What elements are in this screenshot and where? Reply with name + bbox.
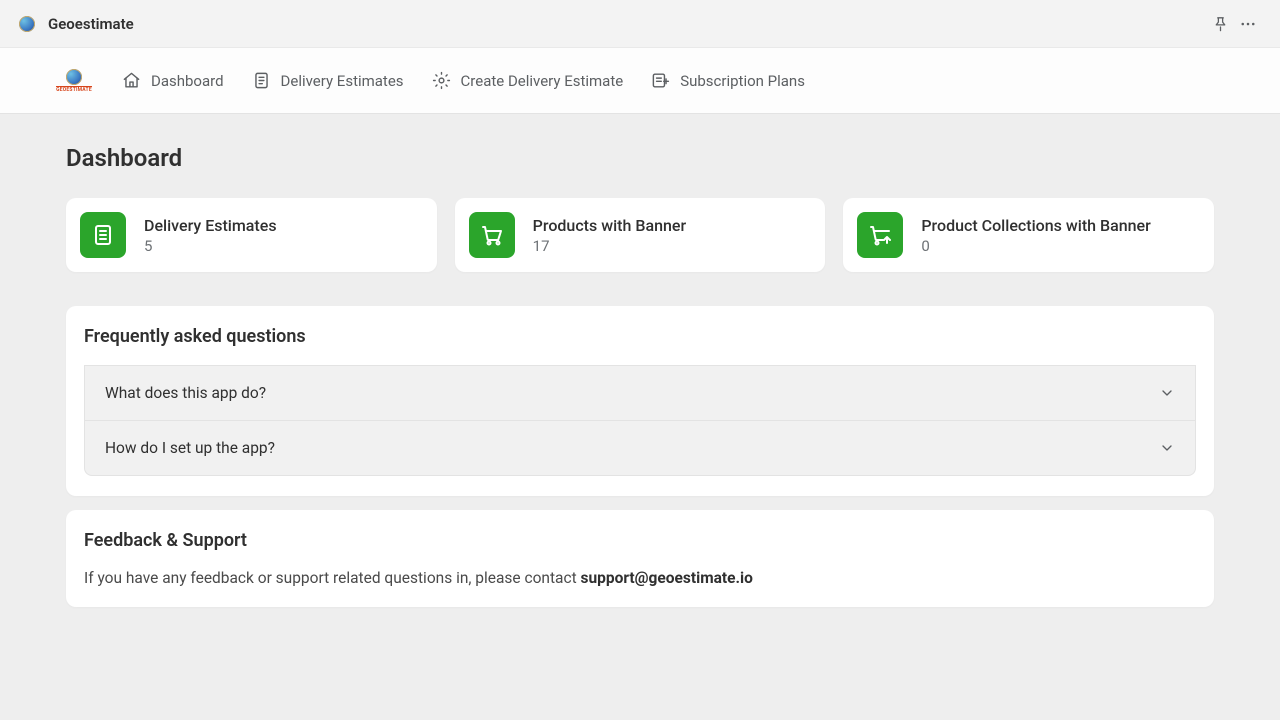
page-title: Dashboard bbox=[66, 144, 1214, 172]
main-nav: GEOESTIMATE Dashboard Delivery Estimates… bbox=[0, 48, 1280, 114]
main-content: Dashboard Delivery Estimates 5 Products … bbox=[0, 114, 1280, 651]
stat-label: Product Collections with Banner bbox=[921, 216, 1150, 235]
more-button[interactable] bbox=[1234, 10, 1262, 38]
cart-icon bbox=[469, 212, 515, 258]
nav-delivery-estimates[interactable]: Delivery Estimates bbox=[252, 71, 404, 90]
document-icon bbox=[252, 71, 271, 90]
stat-value: 5 bbox=[144, 237, 277, 255]
app-topbar: Geoestimate bbox=[0, 0, 1280, 48]
faq-item[interactable]: What does this app do? bbox=[84, 365, 1196, 421]
home-icon bbox=[122, 71, 141, 90]
brand-logo-text: GEOESTIMATE bbox=[56, 86, 92, 93]
nav-label: Dashboard bbox=[151, 72, 224, 90]
app-title: Geoestimate bbox=[48, 15, 134, 33]
stat-value: 17 bbox=[533, 237, 686, 255]
support-title: Feedback & Support bbox=[84, 530, 1196, 551]
support-text: If you have any feedback or support rela… bbox=[84, 569, 1196, 587]
stat-label: Delivery Estimates bbox=[144, 216, 277, 235]
nav-label: Subscription Plans bbox=[680, 72, 805, 90]
gear-icon bbox=[432, 71, 451, 90]
faq-item[interactable]: How do I set up the app? bbox=[84, 421, 1196, 476]
brand-logo[interactable]: GEOESTIMATE bbox=[60, 67, 88, 95]
pin-icon bbox=[1212, 15, 1229, 32]
support-panel: Feedback & Support If you have any feedb… bbox=[66, 510, 1214, 607]
stat-card-collections-with-banner[interactable]: Product Collections with Banner 0 bbox=[843, 198, 1214, 272]
more-horizontal-icon bbox=[1239, 15, 1257, 33]
chevron-down-icon bbox=[1159, 385, 1175, 401]
faq-question: How do I set up the app? bbox=[105, 439, 275, 457]
support-email[interactable]: support@geoestimate.io bbox=[581, 569, 753, 587]
stat-card-products-with-banner[interactable]: Products with Banner 17 bbox=[455, 198, 826, 272]
cart-up-icon bbox=[857, 212, 903, 258]
stat-label: Products with Banner bbox=[533, 216, 686, 235]
subscription-icon bbox=[651, 71, 670, 90]
globe-icon bbox=[66, 69, 82, 85]
nav-label: Delivery Estimates bbox=[281, 72, 404, 90]
nav-subscription-plans[interactable]: Subscription Plans bbox=[651, 71, 805, 90]
faq-panel: Frequently asked questions What does thi… bbox=[66, 306, 1214, 496]
stat-value: 0 bbox=[921, 237, 1150, 255]
faq-title: Frequently asked questions bbox=[84, 326, 1196, 347]
support-text-prefix: If you have any feedback or support rela… bbox=[84, 569, 581, 587]
app-logo-icon bbox=[18, 15, 36, 33]
stats-row: Delivery Estimates 5 Products with Banne… bbox=[66, 198, 1214, 272]
chevron-down-icon bbox=[1159, 440, 1175, 456]
nav-label: Create Delivery Estimate bbox=[461, 72, 624, 90]
stat-card-delivery-estimates[interactable]: Delivery Estimates 5 bbox=[66, 198, 437, 272]
pin-button[interactable] bbox=[1206, 10, 1234, 38]
nav-create-delivery-estimate[interactable]: Create Delivery Estimate bbox=[432, 71, 624, 90]
document-list-icon bbox=[80, 212, 126, 258]
nav-dashboard[interactable]: Dashboard bbox=[122, 71, 224, 90]
faq-question: What does this app do? bbox=[105, 384, 266, 402]
